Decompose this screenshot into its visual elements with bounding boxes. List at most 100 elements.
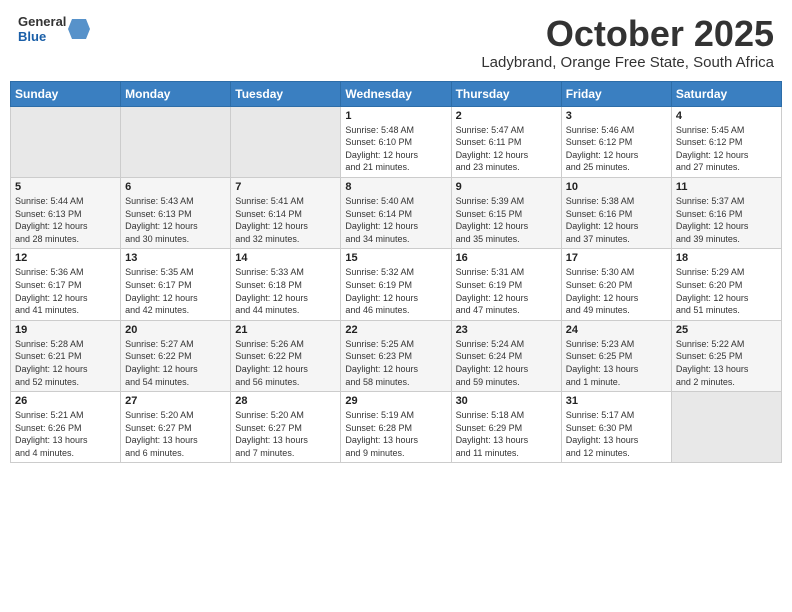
weekday-header-friday: Friday (561, 81, 671, 106)
day-info: Sunrise: 5:20 AM Sunset: 6:27 PM Dayligh… (235, 409, 336, 459)
day-cell: 6 Sunrise: 5:43 AM Sunset: 6:13 PM Daylig… (121, 177, 231, 248)
day-info: Sunrise: 5:48 AM Sunset: 6:10 PM Dayligh… (345, 124, 446, 174)
day-number: 10 (566, 181, 667, 193)
day-number: 21 (235, 324, 336, 336)
day-info: Sunrise: 5:24 AM Sunset: 6:24 PM Dayligh… (456, 338, 557, 388)
day-info: Sunrise: 5:38 AM Sunset: 6:16 PM Dayligh… (566, 195, 667, 245)
location-title: Ladybrand, Orange Free State, South Afri… (481, 54, 774, 71)
day-info: Sunrise: 5:44 AM Sunset: 6:13 PM Dayligh… (15, 195, 116, 245)
week-row-5: 26 Sunrise: 5:21 AM Sunset: 6:26 PM Dayli… (11, 392, 782, 463)
day-number: 25 (676, 324, 777, 336)
week-row-3: 12 Sunrise: 5:36 AM Sunset: 6:17 PM Dayli… (11, 249, 782, 320)
day-cell: 18Sunrise: 5:29 AM Sunset: 6:20 PM Dayli… (671, 249, 781, 320)
day-cell: 10 Sunrise: 5:38 AM Sunset: 6:16 PM Dayli… (561, 177, 671, 248)
day-cell (671, 392, 781, 463)
day-number: 19 (15, 324, 116, 336)
week-row-2: 5 Sunrise: 5:44 AM Sunset: 6:13 PM Daylig… (11, 177, 782, 248)
day-cell: 31 Sunrise: 5:17 AM Sunset: 6:30 PM Dayli… (561, 392, 671, 463)
day-number: 27 (125, 395, 226, 407)
day-cell: 21 Sunrise: 5:26 AM Sunset: 6:22 PM Dayli… (231, 320, 341, 391)
weekday-header-sunday: Sunday (11, 81, 121, 106)
day-number: 6 (125, 181, 226, 193)
day-info: Sunrise: 5:23 AM Sunset: 6:25 PM Dayligh… (566, 338, 667, 388)
day-cell (231, 106, 341, 177)
day-number: 28 (235, 395, 336, 407)
day-number: 3 (566, 110, 667, 122)
day-cell: 14 Sunrise: 5:33 AM Sunset: 6:18 PM Dayli… (231, 249, 341, 320)
day-cell: 2 Sunrise: 5:47 AM Sunset: 6:11 PM Daylig… (451, 106, 561, 177)
day-cell: 12 Sunrise: 5:36 AM Sunset: 6:17 PM Dayli… (11, 249, 121, 320)
day-number: 23 (456, 324, 557, 336)
day-info: Sunrise: 5:35 AM Sunset: 6:17 PM Dayligh… (125, 266, 226, 316)
day-info: Sunrise: 5:39 AM Sunset: 6:15 PM Dayligh… (456, 195, 557, 245)
day-number: 20 (125, 324, 226, 336)
day-cell: 25 Sunrise: 5:22 AM Sunset: 6:25 PM Dayli… (671, 320, 781, 391)
day-cell: 28 Sunrise: 5:20 AM Sunset: 6:27 PM Dayli… (231, 392, 341, 463)
weekday-header-saturday: Saturday (671, 81, 781, 106)
day-cell: 27 Sunrise: 5:20 AM Sunset: 6:27 PM Dayli… (121, 392, 231, 463)
calendar-table: SundayMondayTuesdayWednesdayThursdayFrid… (10, 81, 782, 464)
logo-general-text: General (18, 14, 66, 29)
day-info: Sunrise: 5:37 AM Sunset: 6:16 PM Dayligh… (676, 195, 777, 245)
day-info: Sunrise: 5:45 AM Sunset: 6:12 PM Dayligh… (676, 124, 777, 174)
day-number: 15 (345, 252, 446, 264)
day-number: 4 (676, 110, 777, 122)
day-number: 2 (456, 110, 557, 122)
day-info: Sunrise: 5:26 AM Sunset: 6:22 PM Dayligh… (235, 338, 336, 388)
day-info: Sunrise: 5:32 AM Sunset: 6:19 PM Dayligh… (345, 266, 446, 316)
day-info: Sunrise: 5:28 AM Sunset: 6:21 PM Dayligh… (15, 338, 116, 388)
day-number: 24 (566, 324, 667, 336)
day-cell: 11 Sunrise: 5:37 AM Sunset: 6:16 PM Dayli… (671, 177, 781, 248)
day-info: Sunrise: 5:21 AM Sunset: 6:26 PM Dayligh… (15, 409, 116, 459)
day-number: 16 (456, 252, 557, 264)
day-cell: 3 Sunrise: 5:46 AM Sunset: 6:12 PM Daylig… (561, 106, 671, 177)
weekday-header-tuesday: Tuesday (231, 81, 341, 106)
day-info: Sunrise: 5:30 AM Sunset: 6:20 PM Dayligh… (566, 266, 667, 316)
day-cell: 1Sunrise: 5:48 AM Sunset: 6:10 PM Daylig… (341, 106, 451, 177)
day-cell: 5 Sunrise: 5:44 AM Sunset: 6:13 PM Daylig… (11, 177, 121, 248)
day-info: Sunrise: 5:25 AM Sunset: 6:23 PM Dayligh… (345, 338, 446, 388)
day-info: Sunrise: 5:46 AM Sunset: 6:12 PM Dayligh… (566, 124, 667, 174)
day-info: Sunrise: 5:20 AM Sunset: 6:27 PM Dayligh… (125, 409, 226, 459)
day-number: 7 (235, 181, 336, 193)
day-number: 18 (676, 252, 777, 264)
day-info: Sunrise: 5:36 AM Sunset: 6:17 PM Dayligh… (15, 266, 116, 316)
week-row-1: 1Sunrise: 5:48 AM Sunset: 6:10 PM Daylig… (11, 106, 782, 177)
day-cell: 24 Sunrise: 5:23 AM Sunset: 6:25 PM Dayli… (561, 320, 671, 391)
day-number: 22 (345, 324, 446, 336)
page-header: General Blue October 2025 Ladybrand, Ora… (10, 10, 782, 75)
day-number: 14 (235, 252, 336, 264)
day-number: 31 (566, 395, 667, 407)
day-cell: 26 Sunrise: 5:21 AM Sunset: 6:26 PM Dayli… (11, 392, 121, 463)
day-number: 8 (345, 181, 446, 193)
day-number: 30 (456, 395, 557, 407)
day-number: 12 (15, 252, 116, 264)
day-info: Sunrise: 5:18 AM Sunset: 6:29 PM Dayligh… (456, 409, 557, 459)
day-info: Sunrise: 5:41 AM Sunset: 6:14 PM Dayligh… (235, 195, 336, 245)
day-info: Sunrise: 5:47 AM Sunset: 6:11 PM Dayligh… (456, 124, 557, 174)
day-info: Sunrise: 5:19 AM Sunset: 6:28 PM Dayligh… (345, 409, 446, 459)
day-cell: 17 Sunrise: 5:30 AM Sunset: 6:20 PM Dayli… (561, 249, 671, 320)
day-number: 26 (15, 395, 116, 407)
day-cell: 15 Sunrise: 5:32 AM Sunset: 6:19 PM Dayli… (341, 249, 451, 320)
day-cell: 22 Sunrise: 5:25 AM Sunset: 6:23 PM Dayli… (341, 320, 451, 391)
day-info: Sunrise: 5:33 AM Sunset: 6:18 PM Dayligh… (235, 266, 336, 316)
day-info: Sunrise: 5:27 AM Sunset: 6:22 PM Dayligh… (125, 338, 226, 388)
logo: General Blue (18, 14, 90, 44)
day-number: 5 (15, 181, 116, 193)
day-cell: 13 Sunrise: 5:35 AM Sunset: 6:17 PM Dayli… (121, 249, 231, 320)
day-info: Sunrise: 5:43 AM Sunset: 6:13 PM Dayligh… (125, 195, 226, 245)
day-number: 11 (676, 181, 777, 193)
day-cell (121, 106, 231, 177)
day-info: Sunrise: 5:40 AM Sunset: 6:14 PM Dayligh… (345, 195, 446, 245)
day-info: Sunrise: 5:31 AM Sunset: 6:19 PM Dayligh… (456, 266, 557, 316)
logo-blue-text: Blue (18, 29, 66, 44)
weekday-header-row: SundayMondayTuesdayWednesdayThursdayFrid… (11, 81, 782, 106)
weekday-header-monday: Monday (121, 81, 231, 106)
day-number: 17 (566, 252, 667, 264)
day-number: 13 (125, 252, 226, 264)
day-info: Sunrise: 5:17 AM Sunset: 6:30 PM Dayligh… (566, 409, 667, 459)
day-cell: 4 Sunrise: 5:45 AM Sunset: 6:12 PM Daylig… (671, 106, 781, 177)
title-block: October 2025 Ladybrand, Orange Free Stat… (481, 14, 774, 71)
day-info: Sunrise: 5:22 AM Sunset: 6:25 PM Dayligh… (676, 338, 777, 388)
